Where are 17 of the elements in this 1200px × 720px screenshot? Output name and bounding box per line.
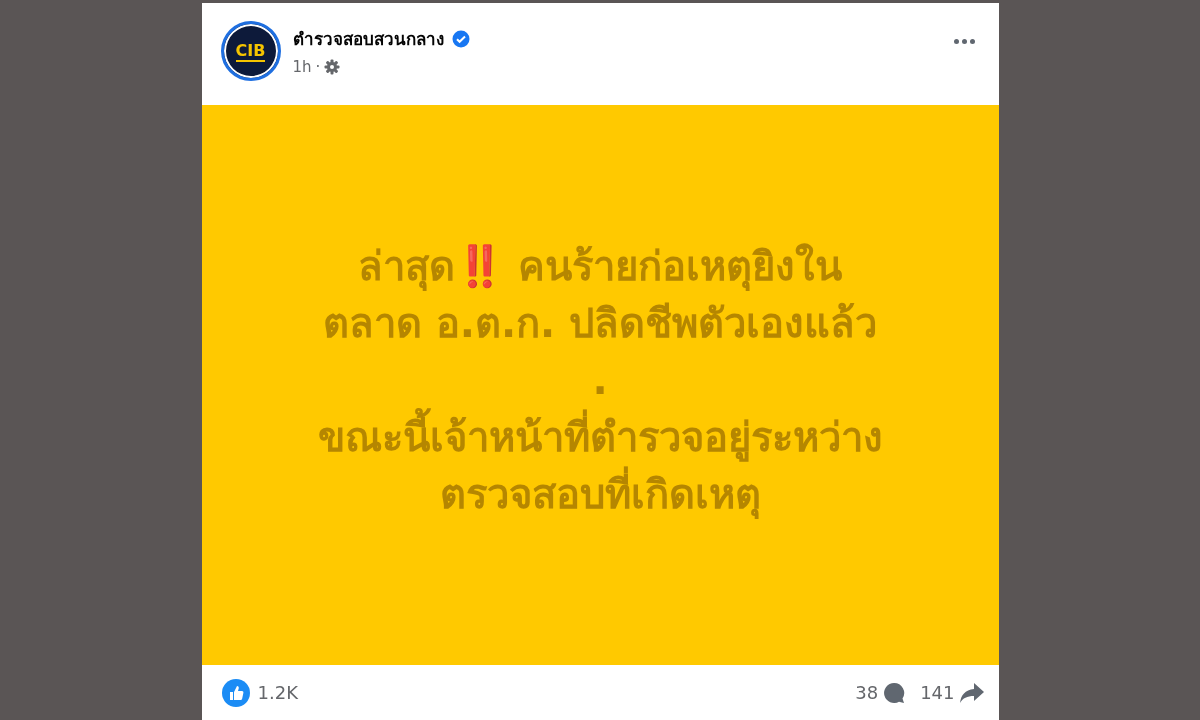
gear-icon xyxy=(324,59,341,75)
post-text-line: . xyxy=(592,355,608,405)
post-time[interactable]: 1h xyxy=(292,58,312,76)
author-name[interactable]: ตำรวจสอบสวนกลาง xyxy=(292,25,444,52)
reaction-count[interactable]: 1.2K xyxy=(257,682,298,703)
post-text-line: ขณะนี้เจ้าหน้าที่ตำรวจอยู่ระหว่าง xyxy=(317,408,883,466)
page-avatar[interactable]: CIB xyxy=(220,21,281,81)
like-icon xyxy=(221,678,250,707)
avatar-logo-text: CIB xyxy=(235,40,266,62)
comment-icon xyxy=(882,680,907,705)
post-text-line: ตรวจสอบที่เกิดเหตุ xyxy=(439,465,761,523)
share-arrow-icon xyxy=(958,680,985,705)
post-text-line: ตลาด อ.ต.ก. ปลิดชีพตัวเองแล้ว xyxy=(322,298,878,348)
separator-dot: · xyxy=(315,58,321,76)
comment-count[interactable]: 38 xyxy=(855,682,879,703)
post-text-line: ล่าสุด‼ คนร้ายก่อเหตุยิงใน xyxy=(357,241,843,293)
share-count[interactable]: 141 xyxy=(920,682,955,703)
